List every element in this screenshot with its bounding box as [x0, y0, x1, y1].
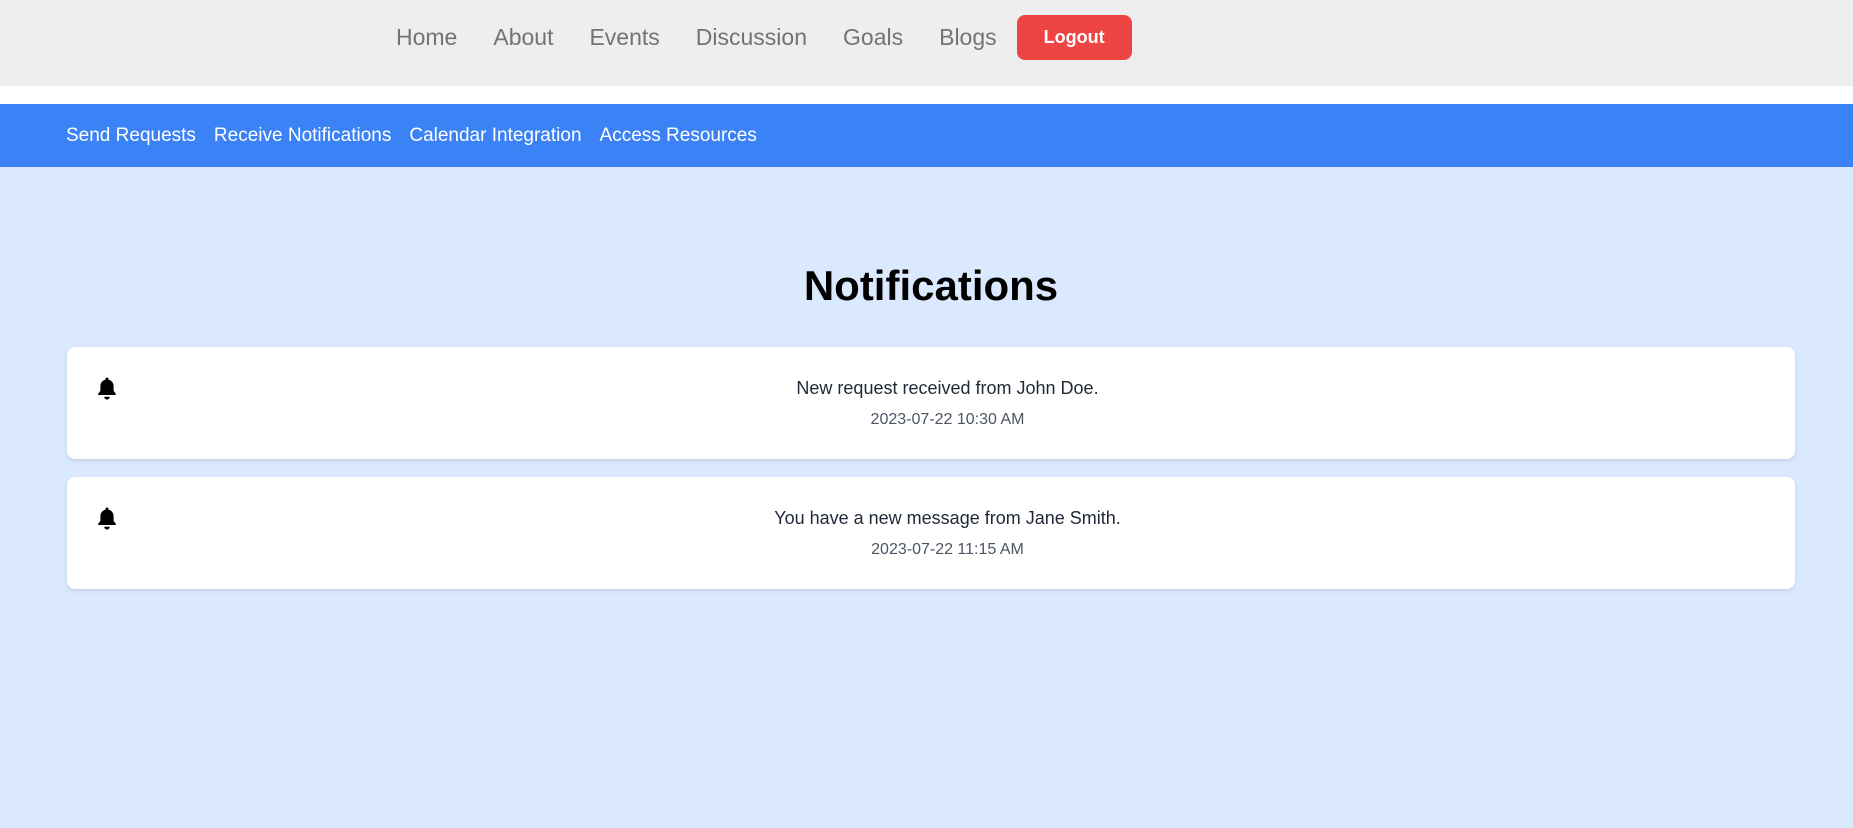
top-header: Home About Events Discussion Goals Blogs…: [0, 0, 1853, 86]
nav-link-home[interactable]: Home: [396, 24, 457, 51]
logout-button[interactable]: Logout: [1016, 15, 1132, 60]
nav-link-events[interactable]: Events: [589, 24, 659, 51]
subnav-access-resources[interactable]: Access Resources: [600, 125, 757, 147]
nav-link-about[interactable]: About: [493, 24, 553, 51]
notification-message: You have a new message from Jane Smith.: [774, 508, 1121, 528]
notification-content: You have a new message from Jane Smith. …: [67, 507, 1828, 560]
subnav-calendar-integration[interactable]: Calendar Integration: [409, 125, 581, 147]
nav-link-discussion[interactable]: Discussion: [696, 24, 807, 51]
subnav-receive-notifications[interactable]: Receive Notifications: [214, 125, 391, 147]
notification-card: New request received from John Doe. 2023…: [67, 347, 1795, 459]
page-title: Notifications: [803, 262, 1059, 309]
header-divider: [0, 86, 1853, 104]
feature-nav: Send Requests Receive Notifications Cale…: [0, 104, 1853, 167]
notification-timestamp: 2023-07-22 11:15 AM: [871, 541, 1024, 558]
top-nav: Home About Events Discussion Goals Blogs…: [378, 15, 1132, 60]
notification-list: New request received from John Doe. 2023…: [67, 347, 1795, 607]
notification-message: New request received from John Doe.: [796, 378, 1099, 398]
nav-link-blogs[interactable]: Blogs: [939, 24, 997, 51]
notification-timestamp: 2023-07-22 10:30 AM: [870, 411, 1025, 428]
subnav-send-requests[interactable]: Send Requests: [66, 125, 196, 147]
nav-link-goals[interactable]: Goals: [843, 24, 903, 51]
notification-content: New request received from John Doe. 2023…: [67, 377, 1828, 430]
notification-card: You have a new message from Jane Smith. …: [67, 477, 1795, 589]
